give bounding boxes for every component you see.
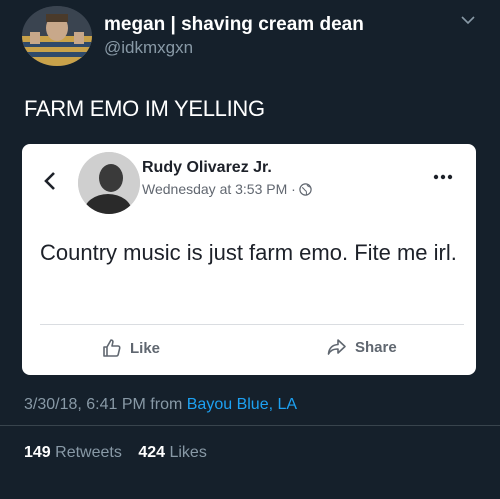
post-author-avatar[interactable] xyxy=(78,152,140,214)
like-label: Like xyxy=(130,339,161,357)
tweet-text: FARM EMO IM YELLING xyxy=(24,96,265,121)
thumbs-up-icon xyxy=(103,339,121,357)
share-arrow-icon xyxy=(327,339,346,355)
share-label: Share xyxy=(355,338,397,356)
tweet-timestamp: 3/30/18, 6:41 PM from Bayou Blue, LA xyxy=(24,396,297,414)
card-divider xyxy=(40,324,464,325)
tweet: megan | shaving cream dean @idkmxgxn FAR… xyxy=(0,0,500,499)
retweets-count[interactable]: 149 xyxy=(24,444,51,461)
retweets-label[interactable]: Retweets xyxy=(55,444,122,461)
avatar[interactable] xyxy=(22,6,92,66)
back-chevron-icon[interactable] xyxy=(43,170,57,192)
chevron-down-icon[interactable] xyxy=(458,12,478,28)
like-button[interactable]: Like xyxy=(102,338,160,358)
post-time: Wednesday at 3:53 PM · xyxy=(142,181,296,197)
divider xyxy=(0,425,500,426)
location-link[interactable]: Bayou Blue, LA xyxy=(187,396,297,413)
globe-icon xyxy=(299,182,312,196)
display-name[interactable]: megan | shaving cream dean xyxy=(104,14,364,36)
likes-count[interactable]: 424 xyxy=(138,444,165,461)
embedded-facebook-post: Rudy Olivarez Jr. Wednesday at 3:53 PM ·… xyxy=(22,144,476,375)
likes-label[interactable]: Likes xyxy=(169,444,206,461)
share-button[interactable]: Share xyxy=(327,338,397,356)
post-meta: Wednesday at 3:53 PM · xyxy=(142,181,312,197)
more-icon[interactable] xyxy=(433,174,453,180)
post-author-name[interactable]: Rudy Olivarez Jr. xyxy=(142,159,272,177)
tweet-stats: 149 Retweets 424 Likes xyxy=(24,444,207,462)
post-text: Country music is just farm emo. Fite me … xyxy=(40,240,457,265)
user-handle[interactable]: @idkmxgxn xyxy=(104,38,193,58)
timestamp-text: 3/30/18, 6:41 PM from xyxy=(24,396,187,413)
